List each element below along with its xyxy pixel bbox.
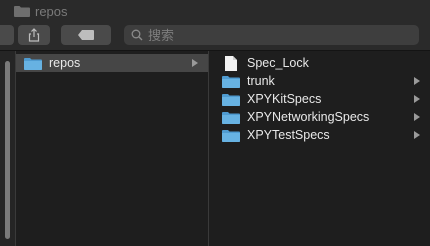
share-icon xyxy=(28,28,40,42)
list-item-label: XPYKitSpecs xyxy=(247,92,322,106)
window-title: repos xyxy=(14,3,68,19)
list-item-label: Spec_Lock xyxy=(247,56,309,70)
list-item[interactable]: XPYTestSpecs xyxy=(222,126,430,144)
window-title-text: repos xyxy=(35,3,68,19)
tag-button[interactable] xyxy=(61,25,111,45)
search-field[interactable] xyxy=(124,25,419,45)
scrollbar[interactable] xyxy=(5,61,10,239)
title-bar: repos xyxy=(0,0,430,22)
tag-icon xyxy=(78,30,94,40)
toolbar-button-left-edge[interactable] xyxy=(0,25,14,45)
sidebar-column xyxy=(0,51,16,246)
chevron-right-icon xyxy=(413,93,421,105)
chevron-right-icon xyxy=(413,111,421,123)
column-1: repos xyxy=(16,51,209,246)
folder-icon xyxy=(24,57,42,70)
column-2: Spec_Lock trunk XPYKitSpecs XPYNetworkin… xyxy=(222,51,430,246)
chevron-right-icon xyxy=(413,75,421,87)
document-icon xyxy=(225,55,237,71)
list-item[interactable]: XPYNetworkingSpecs xyxy=(222,108,430,126)
folder-icon xyxy=(222,75,240,88)
list-item-label: XPYTestSpecs xyxy=(247,128,330,142)
list-item[interactable]: repos xyxy=(16,54,208,72)
chevron-right-icon xyxy=(413,129,421,141)
list-item-label: repos xyxy=(49,56,81,70)
column-view: repos Spec_Lock trunk XPYKitSpecs XPYNet… xyxy=(0,51,430,246)
folder-icon xyxy=(222,93,240,106)
list-item-label: trunk xyxy=(247,74,275,88)
list-item[interactable]: trunk xyxy=(222,72,430,90)
list-item-label: XPYNetworkingSpecs xyxy=(247,110,370,124)
search-icon xyxy=(131,29,143,41)
toolbar xyxy=(0,22,430,51)
list-item[interactable]: Spec_Lock xyxy=(222,54,430,72)
chevron-right-icon xyxy=(191,57,199,69)
folder-icon xyxy=(14,6,30,17)
folder-icon xyxy=(222,129,240,142)
search-input[interactable] xyxy=(148,27,388,43)
list-item[interactable]: XPYKitSpecs xyxy=(222,90,430,108)
folder-icon xyxy=(222,111,240,124)
share-button[interactable] xyxy=(18,25,50,45)
